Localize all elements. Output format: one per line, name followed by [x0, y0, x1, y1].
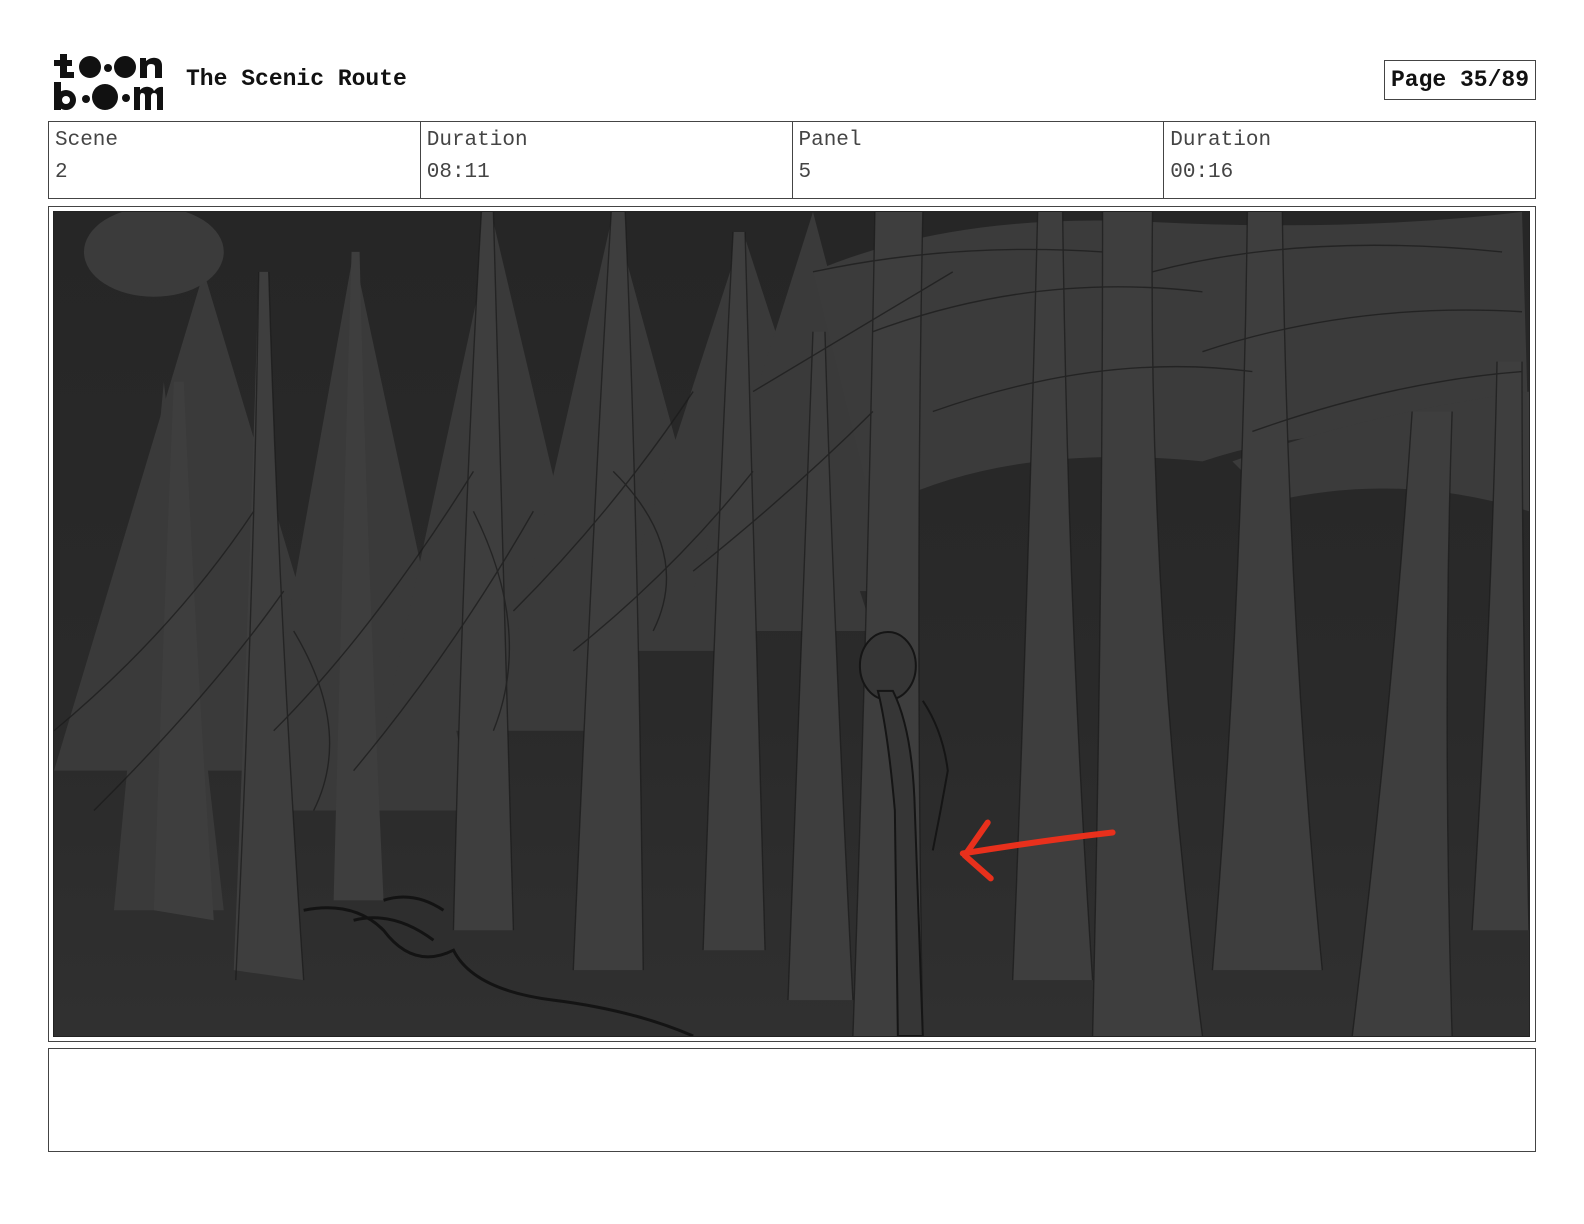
scene-duration-label: Duration: [426, 129, 528, 152]
scene-cell: Scene 2: [49, 122, 421, 198]
toon-boom-logo-icon: [54, 54, 163, 110]
storyboard-panel-frame: [48, 206, 1536, 1042]
panel-label: Panel: [798, 129, 862, 152]
scene-label: Scene: [55, 129, 119, 152]
project-title: The Scenic Route: [186, 66, 407, 92]
scene-duration-value: 08:11: [426, 161, 490, 184]
page-header: The Scenic Route Page 35/89: [48, 50, 1536, 114]
toon-boom-logo: [50, 50, 164, 112]
panel-cell: Panel 5: [793, 122, 1165, 198]
panel-duration-cell: Duration 00:16: [1164, 122, 1535, 198]
storyboard-panel-image: [53, 211, 1530, 1037]
panel-duration-label: Duration: [1170, 129, 1272, 152]
scene-duration-cell: Duration 08:11: [421, 122, 793, 198]
panel-notes-box[interactable]: [48, 1048, 1536, 1152]
panel-value: 5: [798, 161, 812, 184]
scene-value: 2: [55, 161, 68, 184]
forest-sketch-illustration: [54, 212, 1529, 1036]
page-number: Page 35/89: [1383, 60, 1536, 100]
panel-duration-value: 00:16: [1170, 161, 1234, 184]
scene-info-table: Scene 2 Duration 08:11 Panel 5 Duration …: [48, 121, 1536, 199]
